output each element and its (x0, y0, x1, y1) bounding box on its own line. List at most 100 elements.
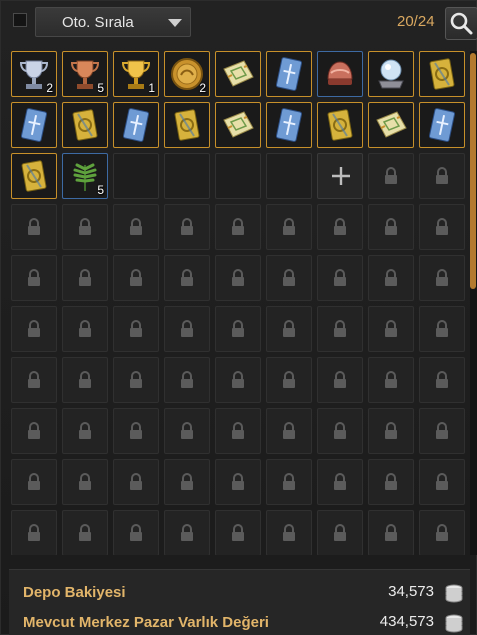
search-button[interactable] (445, 7, 477, 40)
inventory-slot[interactable] (11, 102, 57, 148)
empty-slot[interactable] (164, 153, 210, 199)
locked-slot (266, 510, 312, 555)
scrollbar[interactable] (470, 51, 477, 555)
locked-slot (164, 255, 210, 301)
lock-icon (385, 218, 397, 235)
lock-icon (436, 269, 448, 286)
lock-icon (130, 524, 142, 541)
lock-icon (130, 422, 142, 439)
locked-slot (11, 408, 57, 454)
item-quantity: 2 (46, 81, 53, 95)
inventory-slot[interactable]: 1 (113, 51, 159, 97)
lock-icon (130, 218, 142, 235)
locked-slot (317, 357, 363, 403)
auto-sort-label: Oto. Sırala (62, 14, 134, 31)
locked-slot (419, 255, 465, 301)
lock-icon (28, 524, 40, 541)
inventory-slot[interactable] (11, 153, 57, 199)
locked-slot (164, 357, 210, 403)
gold-book-icon (327, 109, 353, 141)
lock-icon (181, 422, 193, 439)
empty-slot[interactable] (113, 153, 159, 199)
lock-icon (385, 371, 397, 388)
lock-icon (79, 320, 91, 337)
lock-icon (130, 269, 142, 286)
lock-icon (436, 167, 448, 184)
inventory-slot[interactable] (419, 51, 465, 97)
lock-icon (79, 371, 91, 388)
inventory-slot[interactable] (62, 102, 108, 148)
locked-slot (368, 408, 414, 454)
locked-slot (368, 306, 414, 352)
inventory-slot[interactable] (266, 51, 312, 97)
inventory-slot[interactable]: 2 (164, 51, 210, 97)
empty-slot[interactable] (215, 153, 261, 199)
inventory-slot[interactable]: 2 (11, 51, 57, 97)
lock-icon (334, 218, 346, 235)
inventory-slot[interactable] (113, 102, 159, 148)
lock-icon (232, 218, 244, 235)
lock-icon (181, 269, 193, 286)
locked-slot (113, 459, 159, 505)
inventory-grid: 2 5 1 2 5 (11, 51, 466, 555)
lock-icon (28, 371, 40, 388)
search-icon (450, 12, 473, 35)
gold-book-icon (429, 58, 455, 90)
inventory-slot[interactable]: 5 (62, 51, 108, 97)
lock-icon (436, 371, 448, 388)
select-all-checkbox[interactable] (13, 13, 27, 27)
map-scroll-icon (376, 111, 407, 138)
lock-icon (232, 320, 244, 337)
lock-icon (334, 473, 346, 490)
lock-icon (130, 473, 142, 490)
inventory-slot[interactable] (266, 102, 312, 148)
inventory-slot[interactable] (317, 102, 363, 148)
lock-icon (232, 269, 244, 286)
locked-slot (419, 510, 465, 555)
lock-icon (232, 422, 244, 439)
auto-sort-dropdown[interactable]: Oto. Sırala (35, 7, 191, 37)
scrollbar-thumb[interactable] (470, 53, 476, 289)
locked-slot (266, 357, 312, 403)
locked-slot (317, 510, 363, 555)
locked-slot (11, 459, 57, 505)
inventory-slot[interactable] (368, 102, 414, 148)
gold-book-icon (72, 109, 98, 141)
lock-icon (130, 320, 142, 337)
locked-slot (317, 459, 363, 505)
plus-icon (332, 167, 350, 185)
inventory-slot[interactable] (419, 102, 465, 148)
locked-slot (11, 306, 57, 352)
lock-icon (283, 218, 295, 235)
locked-slot (11, 255, 57, 301)
locked-slot (317, 255, 363, 301)
lock-icon (436, 320, 448, 337)
market-value-label: Mevcut Merkez Pazar Varlık Değeri (23, 614, 269, 631)
inventory-slot[interactable]: 5 (62, 153, 108, 199)
inventory-slot[interactable] (164, 102, 210, 148)
inventory-slot[interactable] (215, 102, 261, 148)
balance-row: Depo Bakiyesi 34,573 (9, 578, 470, 606)
lock-icon (385, 269, 397, 286)
lock-icon (28, 473, 40, 490)
locked-slot (215, 357, 261, 403)
locked-slot (368, 357, 414, 403)
empty-slot[interactable] (266, 153, 312, 199)
item-quantity: 5 (97, 81, 104, 95)
blue-card-icon (275, 108, 303, 142)
locked-slot (317, 306, 363, 352)
lock-icon (28, 422, 40, 439)
inventory-slot[interactable] (215, 51, 261, 97)
locked-slot (215, 510, 261, 555)
lock-icon (79, 473, 91, 490)
inventory-slot[interactable] (368, 51, 414, 97)
lock-icon (232, 371, 244, 388)
item-quantity: 1 (148, 81, 155, 95)
expand-slot-button[interactable] (317, 153, 363, 199)
lock-icon (28, 320, 40, 337)
inventory-slot[interactable] (317, 51, 363, 97)
locked-slot (317, 408, 363, 454)
lock-icon (436, 473, 448, 490)
locked-slot (266, 306, 312, 352)
lock-icon (232, 524, 244, 541)
